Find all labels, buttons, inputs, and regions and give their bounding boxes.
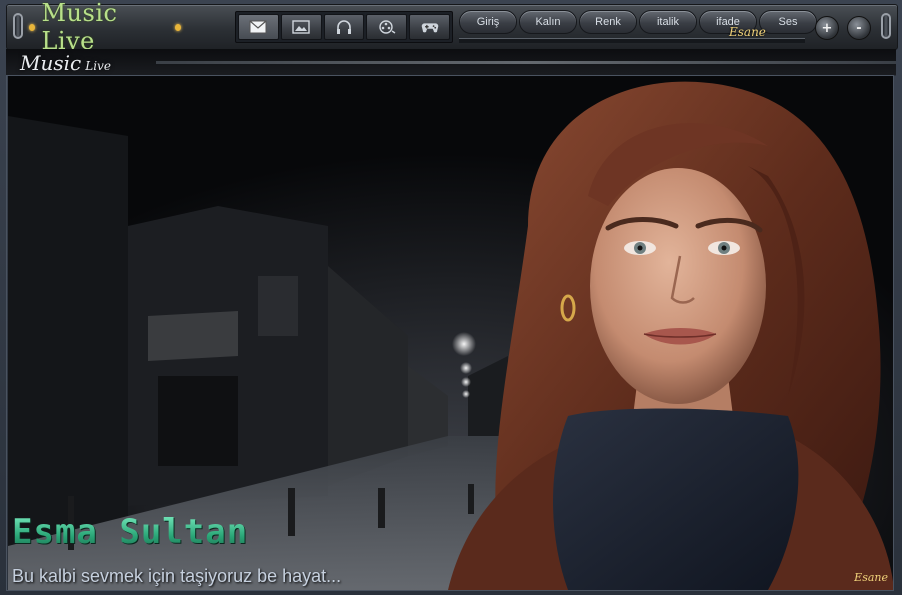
game-button[interactable] [409,14,450,40]
mail-icon [249,20,267,34]
toolbar-signature: Esane [729,25,766,39]
zoom-out-button[interactable]: - [847,16,871,40]
logo-text: Music Live [41,0,118,55]
film-reel-icon [379,20,396,34]
left-drag-handle[interactable] [13,13,23,39]
corner-signature: Esane [854,571,888,584]
song-title: Esma Sultan [12,512,249,552]
zoom-in-button[interactable]: + [815,16,839,40]
sub-logo: Music Live [20,51,111,75]
image-icon [292,20,310,34]
sound-button[interactable]: Ses [759,10,817,34]
top-toolbar: Music Live Giriş Kalın Renk italik ifade… [6,0,898,55]
media-icon-group [235,11,453,43]
film-button[interactable] [366,14,408,40]
headphones-icon [336,20,351,34]
bold-button[interactable]: Kalın [519,10,577,34]
sub-header: Music Live [6,49,896,76]
sub-header-line [156,61,896,64]
sub-logo-small: Live [85,59,111,73]
giris-button[interactable]: Giriş [459,10,517,34]
sub-logo-main: Music [20,51,82,75]
right-drag-handle[interactable] [881,13,891,39]
app-window: Music Live Giriş Kalın Renk italik ifade… [0,0,902,595]
logo-dot-right [174,23,181,31]
mail-button[interactable] [238,14,279,40]
gamepad-icon [421,23,438,33]
app-logo: Music Live [29,0,181,55]
logo-dot-left [29,23,36,31]
image-button[interactable] [280,14,322,40]
background-scene: Esma Sultan Bu kalbi sevmek için taşiyor… [8,76,894,590]
italic-button[interactable]: italik [639,10,697,34]
headphones-button[interactable] [323,14,365,40]
song-caption: Bu kalbi sevmek için taşiyoruz be hayat.… [12,566,342,586]
color-button[interactable]: Renk [579,10,637,34]
